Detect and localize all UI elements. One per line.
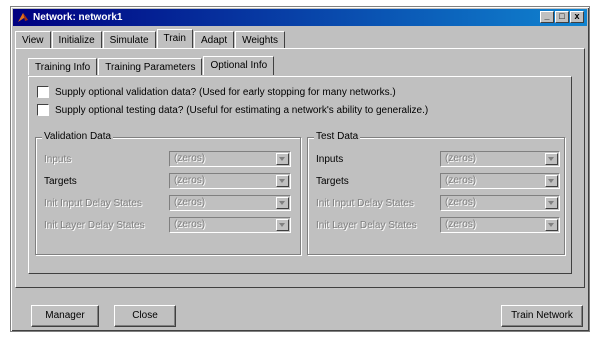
test-inputs-row: Inputs (zeros) — [316, 150, 560, 168]
sub-tab-strip: Training Info Training Parameters Option… — [28, 56, 275, 75]
validation-init-layer-delay-value: (zeros) — [174, 219, 206, 230]
test-inputs-select[interactable]: (zeros) — [440, 151, 560, 167]
validation-targets-row: Targets (zeros) — [44, 172, 291, 190]
validation-init-layer-delay-row: Init Layer Delay States (zeros) — [44, 216, 291, 234]
test-init-layer-delay-row: Init Layer Delay States (zeros) — [316, 216, 560, 234]
tab-training-parameters[interactable]: Training Parameters — [98, 58, 203, 75]
tab-initialize[interactable]: Initialize — [51, 31, 102, 48]
tab-view[interactable]: View — [15, 31, 51, 48]
optional-info-panel: Supply optional validation data? (Used f… — [28, 76, 572, 274]
matlab-logo-icon — [18, 13, 28, 22]
tab-optional-info[interactable]: Optional Info — [203, 56, 275, 75]
network-window: Network: network1 _ □ x View Initialize … — [10, 6, 590, 332]
chevron-down-icon[interactable] — [545, 219, 558, 231]
chevron-down-icon[interactable] — [545, 175, 558, 187]
validation-inputs-row: Inputs (zeros) — [44, 150, 291, 168]
close-button[interactable]: Close — [114, 305, 176, 327]
train-panel: Training Info Training Parameters Option… — [15, 48, 585, 288]
main-tab-strip: View Initialize Simulate Train Adapt Wei… — [15, 29, 286, 49]
test-init-input-delay-value: (zeros) — [445, 197, 477, 208]
manager-button[interactable]: Manager — [31, 305, 99, 327]
train-network-button[interactable]: Train Network — [501, 305, 583, 327]
tab-adapt[interactable]: Adapt — [193, 31, 235, 48]
validation-init-layer-delay-label: Init Layer Delay States — [44, 219, 145, 231]
validation-targets-label: Targets — [44, 175, 77, 187]
test-init-input-delay-select[interactable]: (zeros) — [440, 195, 560, 211]
test-data-group: Test Data Inputs (zeros) Targets (zeros) — [307, 131, 565, 255]
chevron-down-icon[interactable] — [545, 197, 558, 209]
validation-inputs-label: Inputs — [44, 153, 72, 165]
validation-checkbox-label: Supply optional validation data? (Used f… — [55, 86, 396, 98]
validation-option[interactable]: Supply optional validation data? (Used f… — [37, 85, 396, 99]
validation-data-title: Validation Data — [42, 131, 114, 143]
chevron-down-icon[interactable] — [276, 219, 289, 231]
test-targets-row: Targets (zeros) — [316, 172, 560, 190]
minimize-button[interactable]: _ — [540, 11, 554, 23]
chevron-down-icon[interactable] — [276, 175, 289, 187]
validation-targets-value: (zeros) — [174, 175, 206, 186]
testing-checkbox[interactable] — [37, 104, 49, 116]
close-window-button[interactable]: x — [570, 11, 584, 23]
validation-init-layer-delay-select[interactable]: (zeros) — [169, 217, 291, 233]
test-inputs-label: Inputs — [316, 153, 344, 165]
testing-option[interactable]: Supply optional testing data? (Useful fo… — [37, 103, 428, 117]
chevron-down-icon[interactable] — [276, 197, 289, 209]
test-inputs-value: (zeros) — [445, 153, 477, 164]
testing-checkbox-label: Supply optional testing data? (Useful fo… — [55, 104, 429, 116]
validation-data-group: Validation Data Inputs (zeros) Targets (… — [35, 131, 301, 255]
test-init-input-delay-label: Init Input Delay States — [316, 197, 414, 209]
window-title: Network: network1 — [33, 12, 123, 23]
tab-train[interactable]: Train — [156, 29, 193, 48]
validation-inputs-value: (zeros) — [174, 153, 206, 164]
test-targets-value: (zeros) — [445, 175, 477, 186]
tab-weights[interactable]: Weights — [235, 31, 286, 48]
test-targets-select[interactable]: (zeros) — [440, 173, 560, 189]
validation-init-input-delay-row: Init Input Delay States (zeros) — [44, 194, 291, 212]
test-init-input-delay-row: Init Input Delay States (zeros) — [316, 194, 560, 212]
test-init-layer-delay-select[interactable]: (zeros) — [440, 217, 560, 233]
tab-training-info[interactable]: Training Info — [28, 58, 98, 75]
validation-inputs-select[interactable]: (zeros) — [169, 151, 291, 167]
test-init-layer-delay-value: (zeros) — [445, 219, 477, 230]
chevron-down-icon[interactable] — [545, 153, 558, 165]
validation-checkbox[interactable] — [37, 86, 49, 98]
validation-targets-select[interactable]: (zeros) — [169, 173, 291, 189]
title-bar[interactable]: Network: network1 _ □ x — [13, 9, 587, 26]
test-data-title: Test Data — [314, 131, 361, 143]
chevron-down-icon[interactable] — [276, 153, 289, 165]
maximize-button[interactable]: □ — [555, 11, 569, 23]
validation-init-input-delay-label: Init Input Delay States — [44, 197, 142, 209]
validation-init-input-delay-select[interactable]: (zeros) — [169, 195, 291, 211]
test-init-layer-delay-label: Init Layer Delay States — [316, 219, 417, 231]
tab-simulate[interactable]: Simulate — [102, 31, 156, 48]
window-controls: _ □ x — [540, 11, 584, 24]
validation-init-input-delay-value: (zeros) — [174, 197, 206, 208]
test-targets-label: Targets — [316, 175, 349, 187]
